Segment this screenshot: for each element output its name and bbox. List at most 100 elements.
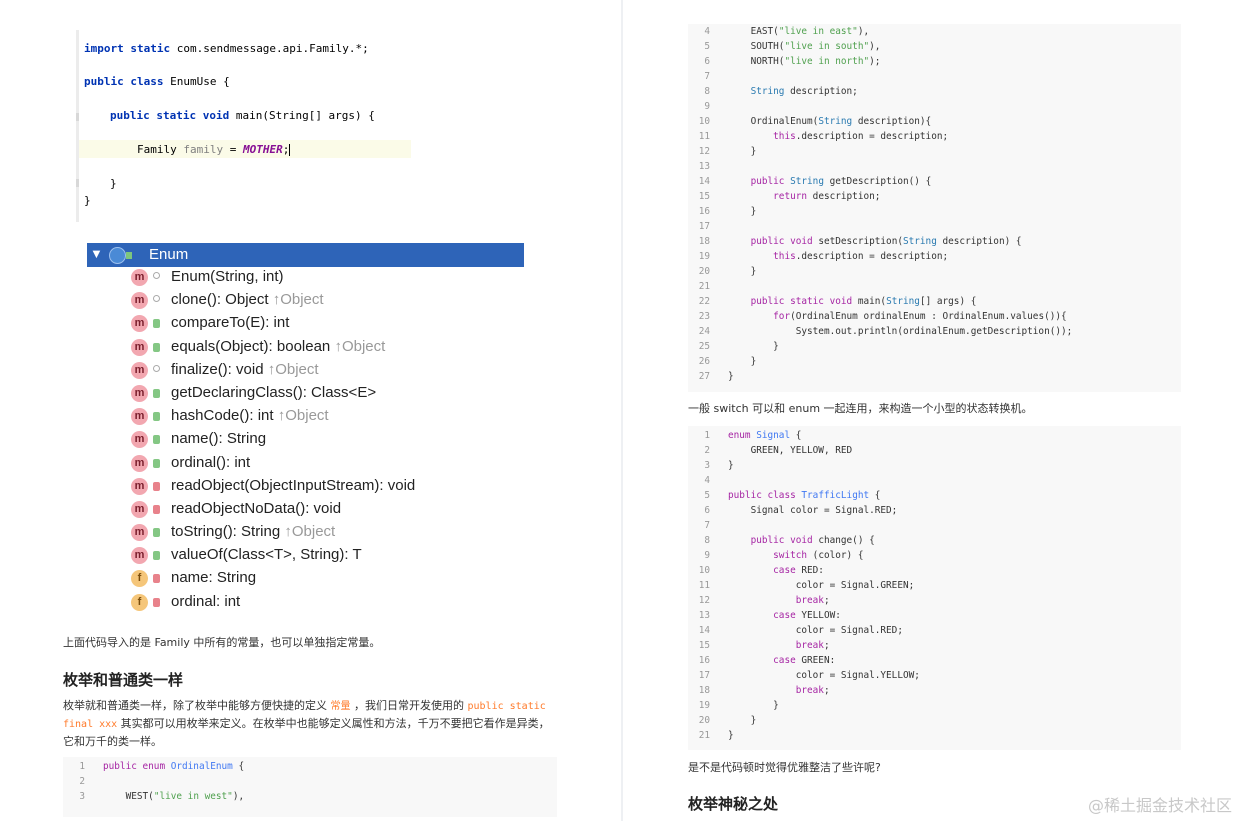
tree-member[interactable]: m clone(): Object ↑Object: [87, 290, 524, 313]
line-number: 24: [698, 326, 710, 337]
code-line: 21: [688, 281, 1181, 296]
member-signature: name: String: [171, 569, 257, 587]
tree-member[interactable]: m getDeclaringClass(): Class<E>: [87, 383, 524, 406]
code-token: ;: [282, 143, 290, 156]
code-text: enum Signal {: [728, 430, 802, 441]
code-line: 5 SOUTH("live in south"),: [688, 41, 1181, 56]
tree-member[interactable]: m Enum(String, int): [87, 267, 524, 290]
line-number: 23: [698, 311, 710, 322]
code-text: }: [728, 206, 757, 217]
tree-member[interactable]: m readObject(ObjectInputStream): void: [87, 476, 524, 499]
public-unlock-icon: [153, 412, 160, 422]
member-signature: finalize(): void ↑Object: [171, 360, 319, 378]
code-line: 5 public class TrafficLight {: [688, 490, 1181, 505]
private-lock-icon: [153, 504, 160, 514]
code-text: switch (color) {: [773, 550, 864, 561]
tree-member[interactable]: m toString(): String ↑Object: [87, 522, 524, 545]
code-text: }: [728, 266, 757, 277]
tree-member[interactable]: f name: String: [87, 568, 524, 591]
code-line: 27}: [688, 371, 1181, 386]
inline-code-public-static: public static: [467, 701, 546, 712]
line-number: 17: [698, 221, 710, 232]
line-number: 8: [704, 535, 710, 546]
tree-member[interactable]: m valueOf(Class<T>, String): T: [87, 545, 524, 568]
tree-member[interactable]: m hashCode(): int ↑Object: [87, 406, 524, 429]
paragraph-text: ，我们日常开发使用的: [350, 699, 468, 712]
code-text: }: [728, 700, 779, 711]
text-caret: [289, 144, 291, 156]
line-number: 20: [698, 715, 710, 726]
member-signature: ordinal: int: [171, 592, 241, 610]
tree-member[interactable]: f ordinal: int: [87, 592, 524, 615]
line-number: 19: [698, 251, 710, 262]
code-line: 7: [688, 71, 1181, 86]
line-number: 2: [79, 776, 85, 787]
line-number: 16: [698, 206, 710, 217]
code-line: 8 public void change() {: [688, 535, 1181, 550]
code-token: Family: [137, 143, 184, 156]
method-icon: m: [131, 454, 148, 472]
tree-member[interactable]: m equals(Object): boolean ↑Object: [87, 337, 524, 360]
line-number: 13: [698, 161, 710, 172]
code-line: 13 case YELLOW:: [688, 610, 1181, 625]
tree-root-enum[interactable]: ▼ Enum: [87, 243, 524, 267]
structure-tree: ▼ Enum m Enum(String, int) m clone(): Obje…: [87, 243, 524, 615]
code-token: EnumUse {: [170, 75, 230, 88]
tree-member[interactable]: m readObjectNoData(): void: [87, 499, 524, 522]
protected-key-icon: [153, 272, 160, 279]
paragraph-text: 它和万千的类一样。: [63, 735, 162, 748]
code-text: public class TrafficLight {: [728, 490, 881, 501]
method-icon: m: [131, 477, 148, 495]
inherited-from: ↑Object: [284, 523, 336, 541]
code-text: case RED:: [773, 565, 824, 576]
line-number: 5: [704, 41, 710, 52]
code-text: return description;: [773, 191, 881, 202]
code-line: 14 color = Signal.RED;: [688, 625, 1181, 640]
line-number: 12: [698, 146, 710, 157]
line-number: 18: [698, 685, 710, 696]
tree-root-label: Enum: [149, 246, 189, 263]
ide-code-snippet: import static com.sendmessage.api.Family…: [76, 30, 424, 222]
ide-line: public static void main(String[] args) {: [110, 109, 375, 122]
inherited-from: ↑Object: [267, 360, 319, 378]
code-text: NORTH("live in north");: [728, 56, 881, 67]
code-line: 1 enum Signal {: [688, 430, 1181, 445]
code-line: 13: [688, 161, 1181, 176]
tree-member[interactable]: m name(): String: [87, 429, 524, 452]
member-signature: getDeclaringClass(): Class<E>: [171, 383, 377, 401]
member-signature: compareTo(E): int: [171, 314, 290, 332]
ide-line[interactable]: Family family = MOTHER;: [137, 143, 291, 156]
fold-marker: [76, 113, 79, 121]
ide-line: }: [110, 177, 117, 190]
line-number: 4: [704, 475, 710, 486]
member-signature: readObjectNoData(): void: [171, 499, 342, 517]
code-text: color = Signal.RED;: [728, 625, 903, 636]
line-number: 17: [698, 670, 710, 681]
line-number: 5: [704, 490, 710, 501]
code-line: 2: [63, 776, 557, 791]
tree-member[interactable]: m compareTo(E): int: [87, 313, 524, 336]
public-unlock-icon: [153, 435, 160, 445]
code-line: 18 break;: [688, 685, 1181, 700]
tree-member[interactable]: m finalize(): void ↑Object: [87, 360, 524, 383]
method-icon: m: [131, 315, 148, 333]
code-text: for(OrdinalEnum ordinalEnum : OrdinalEnu…: [773, 311, 1067, 322]
code-block-ordinal-enum-start: 1 public enum OrdinalEnum {2 3 WEST("live …: [63, 757, 557, 817]
public-unlock-icon: [153, 319, 160, 329]
member-signature: hashCode(): int ↑Object: [171, 407, 329, 425]
lock-icon: [126, 252, 132, 259]
code-text: this.description = description;: [773, 131, 949, 142]
paragraph-elegant: 是不是代码顿时觉得优雅整洁了些许呢?: [688, 761, 881, 774]
code-token: family: [183, 143, 224, 156]
expand-triangle-icon[interactable]: ▼: [90, 246, 103, 261]
tree-member[interactable]: m ordinal(): int: [87, 453, 524, 476]
line-number: 9: [704, 550, 710, 561]
method-icon: m: [131, 292, 148, 310]
private-lock-icon: [153, 574, 160, 584]
code-token: public static void: [110, 109, 236, 122]
line-number: 3: [704, 460, 710, 471]
code-text: public void change() {: [750, 535, 875, 546]
public-unlock-icon: [153, 342, 160, 352]
code-token: =: [223, 143, 243, 156]
line-number: 13: [698, 610, 710, 621]
